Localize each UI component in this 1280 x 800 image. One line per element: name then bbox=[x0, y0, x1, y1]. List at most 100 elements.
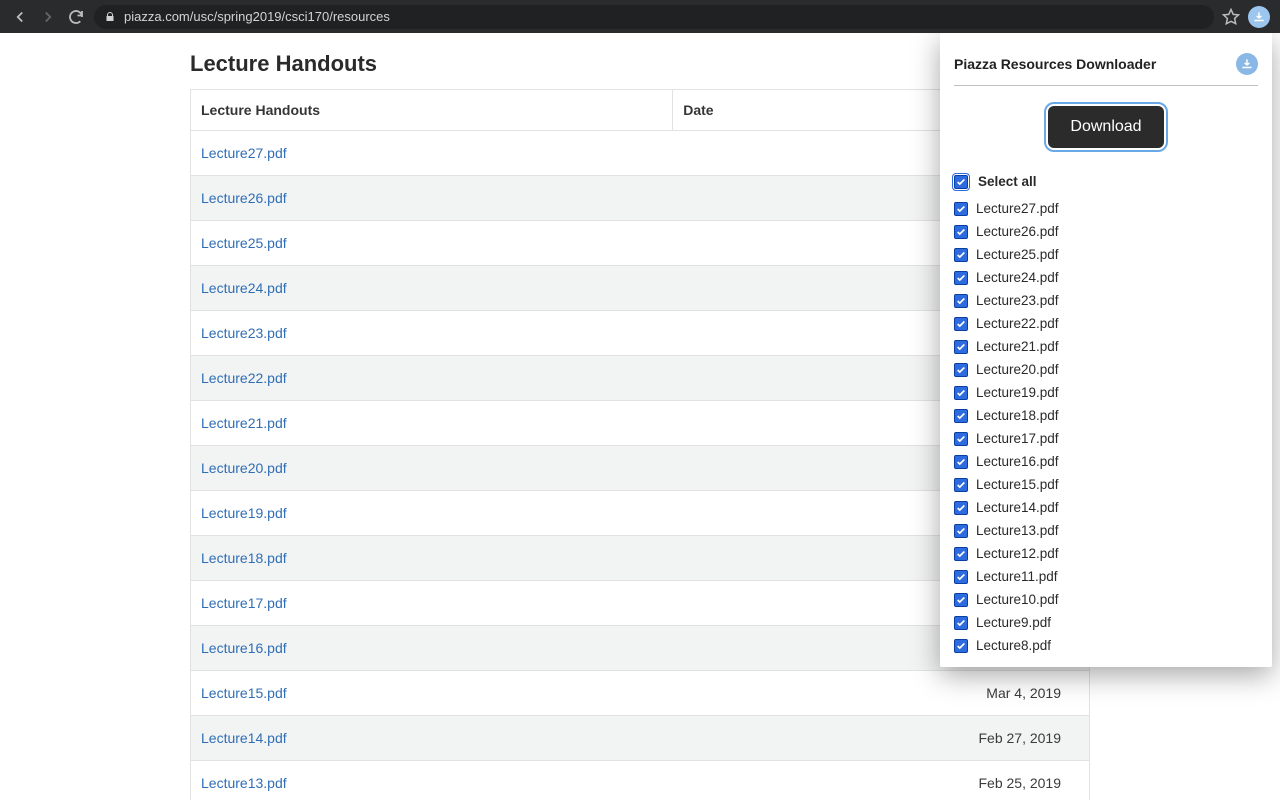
lecture-link[interactable]: Lecture19.pdf bbox=[201, 505, 287, 521]
file-row[interactable]: Lecture22.pdf bbox=[954, 312, 1258, 335]
checkbox-icon[interactable] bbox=[954, 570, 968, 584]
nav-forward-button[interactable] bbox=[38, 7, 58, 27]
lecture-link[interactable]: Lecture27.pdf bbox=[201, 145, 287, 161]
file-row[interactable]: Lecture26.pdf bbox=[954, 220, 1258, 243]
file-list: Select all Lecture27.pdf Lecture26.pdf Lec… bbox=[940, 166, 1272, 667]
table-row: Lecture13.pdf Feb 25, 2019 bbox=[191, 761, 1090, 800]
checkbox-icon[interactable] bbox=[954, 317, 968, 331]
extension-popup: Piazza Resources Downloader Download Sel… bbox=[940, 33, 1272, 667]
url-text: piazza.com/usc/spring2019/csci170/resour… bbox=[124, 9, 390, 24]
page-body: Lecture Handouts Lecture Handouts Date L… bbox=[0, 33, 1280, 800]
file-label: Lecture23.pdf bbox=[976, 293, 1059, 308]
checkbox-icon[interactable] bbox=[954, 639, 968, 653]
lecture-link[interactable]: Lecture23.pdf bbox=[201, 325, 287, 341]
file-label: Lecture20.pdf bbox=[976, 362, 1059, 377]
download-button[interactable]: Download bbox=[1048, 106, 1163, 148]
file-label: Lecture14.pdf bbox=[976, 500, 1059, 515]
file-label: Lecture12.pdf bbox=[976, 546, 1059, 561]
file-row[interactable]: Lecture23.pdf bbox=[954, 289, 1258, 312]
checkbox-icon[interactable] bbox=[954, 432, 968, 446]
lecture-link[interactable]: Lecture25.pdf bbox=[201, 235, 287, 251]
file-label: Lecture8.pdf bbox=[976, 638, 1051, 653]
file-row[interactable]: Lecture11.pdf bbox=[954, 565, 1258, 588]
file-row[interactable]: Lecture27.pdf bbox=[954, 197, 1258, 220]
table-row: Lecture14.pdf Feb 27, 2019 bbox=[191, 716, 1090, 761]
file-label: Lecture26.pdf bbox=[976, 224, 1059, 239]
checkbox-icon[interactable] bbox=[954, 271, 968, 285]
checkbox-icon[interactable] bbox=[954, 455, 968, 469]
file-label: Lecture15.pdf bbox=[976, 477, 1059, 492]
file-row[interactable]: Lecture21.pdf bbox=[954, 335, 1258, 358]
file-row[interactable]: Lecture8.pdf bbox=[954, 634, 1258, 657]
file-label: Lecture17.pdf bbox=[976, 431, 1059, 446]
file-label: Lecture19.pdf bbox=[976, 385, 1059, 400]
file-row[interactable]: Lecture18.pdf bbox=[954, 404, 1258, 427]
popup-title: Piazza Resources Downloader bbox=[954, 56, 1156, 72]
file-label: Lecture11.pdf bbox=[976, 569, 1058, 584]
file-label: Lecture27.pdf bbox=[976, 201, 1059, 216]
bookmark-star-icon[interactable] bbox=[1222, 8, 1240, 26]
select-all-row[interactable]: Select all bbox=[954, 170, 1258, 193]
lecture-link[interactable]: Lecture26.pdf bbox=[201, 190, 287, 206]
checkbox-icon[interactable] bbox=[954, 202, 968, 216]
lecture-date: Mar 4, 2019 bbox=[673, 671, 1090, 716]
file-row[interactable]: Lecture10.pdf bbox=[954, 588, 1258, 611]
checkbox-icon[interactable] bbox=[954, 294, 968, 308]
file-label: Lecture10.pdf bbox=[976, 592, 1059, 607]
file-row[interactable]: Lecture15.pdf bbox=[954, 473, 1258, 496]
file-label: Lecture24.pdf bbox=[976, 270, 1059, 285]
lecture-link[interactable]: Lecture16.pdf bbox=[201, 640, 287, 656]
checkbox-icon[interactable] bbox=[954, 175, 968, 189]
checkbox-icon[interactable] bbox=[954, 409, 968, 423]
file-label: Lecture21.pdf bbox=[976, 339, 1059, 354]
select-all-label: Select all bbox=[978, 174, 1037, 189]
lecture-link[interactable]: Lecture22.pdf bbox=[201, 370, 287, 386]
lecture-date: Feb 27, 2019 bbox=[673, 716, 1090, 761]
lecture-link[interactable]: Lecture21.pdf bbox=[201, 415, 287, 431]
file-row[interactable]: Lecture13.pdf bbox=[954, 519, 1258, 542]
file-row[interactable]: Lecture12.pdf bbox=[954, 542, 1258, 565]
address-bar[interactable]: piazza.com/usc/spring2019/csci170/resour… bbox=[94, 5, 1214, 29]
lecture-link[interactable]: Lecture18.pdf bbox=[201, 550, 287, 566]
lecture-link[interactable]: Lecture17.pdf bbox=[201, 595, 287, 611]
file-label: Lecture22.pdf bbox=[976, 316, 1059, 331]
file-row[interactable]: Lecture25.pdf bbox=[954, 243, 1258, 266]
lock-icon bbox=[104, 11, 116, 23]
checkbox-icon[interactable] bbox=[954, 386, 968, 400]
lecture-link[interactable]: Lecture15.pdf bbox=[201, 685, 287, 701]
checkbox-icon[interactable] bbox=[954, 225, 968, 239]
checkbox-icon[interactable] bbox=[954, 501, 968, 515]
lecture-link[interactable]: Lecture20.pdf bbox=[201, 460, 287, 476]
file-label: Lecture25.pdf bbox=[976, 247, 1059, 262]
file-row[interactable]: Lecture16.pdf bbox=[954, 450, 1258, 473]
checkbox-icon[interactable] bbox=[954, 616, 968, 630]
checkbox-icon[interactable] bbox=[954, 547, 968, 561]
extension-badge-icon[interactable] bbox=[1248, 6, 1270, 28]
nav-reload-button[interactable] bbox=[66, 7, 86, 27]
checkbox-icon[interactable] bbox=[954, 524, 968, 538]
file-label: Lecture9.pdf bbox=[976, 615, 1051, 630]
lecture-link[interactable]: Lecture24.pdf bbox=[201, 280, 287, 296]
checkbox-icon[interactable] bbox=[954, 363, 968, 377]
file-row[interactable]: Lecture14.pdf bbox=[954, 496, 1258, 519]
file-label: Lecture16.pdf bbox=[976, 454, 1059, 469]
file-label: Lecture18.pdf bbox=[976, 408, 1059, 423]
file-row[interactable]: Lecture17.pdf bbox=[954, 427, 1258, 450]
lecture-date: Feb 25, 2019 bbox=[673, 761, 1090, 800]
lecture-link[interactable]: Lecture13.pdf bbox=[201, 775, 287, 791]
file-row[interactable]: Lecture24.pdf bbox=[954, 266, 1258, 289]
download-icon bbox=[1236, 53, 1258, 75]
checkbox-icon[interactable] bbox=[954, 340, 968, 354]
checkbox-icon[interactable] bbox=[954, 478, 968, 492]
col-header-name: Lecture Handouts bbox=[191, 90, 673, 131]
browser-toolbar: piazza.com/usc/spring2019/csci170/resour… bbox=[0, 0, 1280, 33]
file-label: Lecture13.pdf bbox=[976, 523, 1059, 538]
checkbox-icon[interactable] bbox=[954, 593, 968, 607]
file-row[interactable]: Lecture9.pdf bbox=[954, 611, 1258, 634]
checkbox-icon[interactable] bbox=[954, 248, 968, 262]
lecture-link[interactable]: Lecture14.pdf bbox=[201, 730, 287, 746]
table-row: Lecture15.pdf Mar 4, 2019 bbox=[191, 671, 1090, 716]
file-row[interactable]: Lecture19.pdf bbox=[954, 381, 1258, 404]
file-row[interactable]: Lecture20.pdf bbox=[954, 358, 1258, 381]
nav-back-button[interactable] bbox=[10, 7, 30, 27]
